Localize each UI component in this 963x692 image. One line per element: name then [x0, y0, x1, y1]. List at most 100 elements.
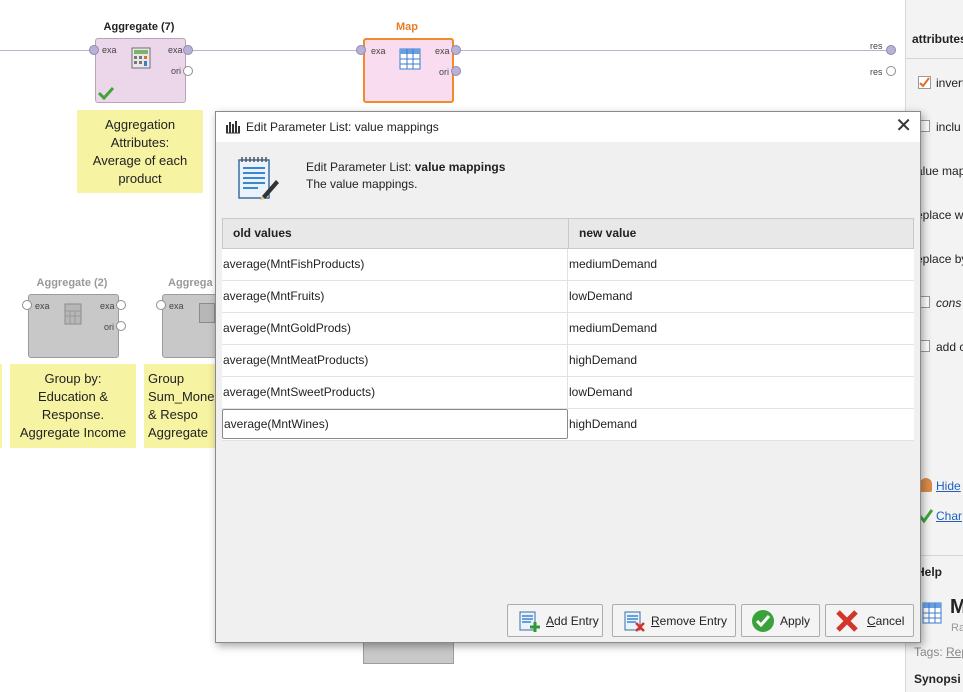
map-help-icon [922, 602, 942, 624]
label-rest: emove Entry [659, 614, 728, 628]
cell-old-value[interactable]: average(MntMeatProducts) [222, 345, 568, 376]
cell-new-value[interactable]: mediumDemand [568, 249, 914, 280]
output-port[interactable] [116, 321, 126, 331]
cancel-button[interactable]: Cancel [825, 604, 914, 637]
output-port[interactable] [451, 66, 461, 76]
cell-old-value[interactable]: average(MntFruits) [222, 281, 568, 312]
apply-button[interactable]: Apply [741, 604, 820, 637]
table-row[interactable]: average(MntFruits) lowDemand [222, 281, 914, 313]
close-icon[interactable]: ✕ [895, 116, 912, 136]
input-port[interactable] [156, 300, 166, 310]
dialog-title: Edit Parameter List: value mappings [246, 120, 439, 134]
operator-title-map: Map [396, 21, 418, 33]
operator-title-aggregate-2: Aggregate (2) [36, 277, 108, 289]
port-label: exa [102, 45, 117, 55]
column-header-old-values[interactable]: old values [223, 219, 569, 248]
apply-label: Apply [780, 614, 811, 628]
notepad-icon [238, 157, 279, 200]
table-row[interactable]: average(MntFishProducts) mediumDemand [222, 249, 914, 281]
port-label: exa [371, 46, 386, 56]
cancel-label: Cancel [867, 614, 904, 628]
param-label-invert: invert [936, 76, 963, 90]
port-label: exa [435, 46, 450, 56]
port-label: exa [100, 301, 115, 311]
output-port[interactable] [451, 45, 461, 55]
label-rest: ancel [875, 614, 905, 628]
mnemonic: C [867, 614, 876, 628]
edit-parameter-list-dialog: Edit Parameter List: value mappings ✕ Ed… [215, 111, 921, 643]
operator-aggregate-3[interactable]: exa [162, 294, 222, 358]
cell-old-value[interactable]: average(MntFishProducts) [222, 249, 568, 280]
calculator-icon [64, 303, 82, 325]
param-label-consider: cons [936, 296, 962, 310]
cell-new-value[interactable]: lowDemand [568, 281, 914, 312]
operator-title-aggregate-7: Aggregate (7) [103, 21, 175, 33]
operator-hidden[interactable] [363, 640, 454, 664]
remove-entry-icon [624, 611, 645, 632]
note-edge [0, 364, 2, 448]
input-port[interactable] [22, 300, 32, 310]
port-label: ori [171, 66, 182, 76]
output-port[interactable] [183, 66, 193, 76]
value-mappings-table[interactable]: old values new value average(MntFishProd… [222, 218, 914, 598]
apply-check-icon [752, 610, 774, 632]
input-port[interactable] [89, 45, 99, 55]
cell-new-value[interactable]: mediumDemand [568, 313, 914, 344]
cell-new-value[interactable]: lowDemand [568, 377, 914, 408]
help-synopsis-header: Synopsi [914, 672, 961, 686]
operator-map[interactable]: exa exa ori [363, 38, 454, 103]
cell-old-value[interactable]: average(MntSweetProducts) [222, 377, 568, 408]
panel-divider [906, 58, 963, 59]
invert-checkbox[interactable] [918, 76, 931, 89]
remove-entry-button[interactable]: Remove Entry [612, 604, 736, 637]
dialog-titlebar[interactable]: Edit Parameter List: value mappings ✕ [216, 112, 920, 142]
hide-advanced-link[interactable]: Hide [936, 479, 961, 493]
param-label-value-mappings: alue map [916, 164, 963, 178]
port-label: exa [35, 301, 50, 311]
calculator-icon [199, 303, 215, 323]
cell-new-value[interactable]: highDemand [568, 409, 914, 440]
dialog-description: The value mappings. [306, 177, 418, 191]
table-row[interactable]: average(MntGoldProds) mediumDemand [222, 313, 914, 345]
param-label-replace-by: eplace by [916, 252, 963, 266]
note-group-by-education[interactable]: Group by: Education & Response. Aggregat… [10, 364, 136, 448]
add-entry-button[interactable]: Add Entry [507, 604, 603, 637]
param-label-add: add c [936, 340, 963, 354]
checkmark-icon [919, 77, 930, 88]
add-entry-icon [519, 611, 540, 632]
change-compatibility-link[interactable]: Char [936, 509, 962, 523]
note-aggregation-attributes[interactable]: Aggregation Attributes: Average of each … [77, 110, 203, 193]
panel-header: attributes [912, 32, 963, 46]
port-label: ori [104, 322, 115, 332]
port-label: exa [169, 301, 184, 311]
result-port[interactable] [886, 66, 896, 76]
result-port-label: res [870, 41, 883, 51]
table-row[interactable]: average(MntMeatProducts) highDemand [222, 345, 914, 377]
connection-wire [192, 50, 360, 51]
add-entry-label: Add Entry [546, 614, 599, 628]
input-port[interactable] [356, 45, 366, 55]
cell-old-value[interactable]: average(MntGoldProds) [222, 313, 568, 344]
output-port[interactable] [183, 45, 193, 55]
result-port[interactable] [886, 45, 896, 55]
param-label-replace-what: eplace w [916, 208, 963, 222]
operator-aggregate-7[interactable]: exa exa ori [95, 38, 186, 103]
table-row[interactable]: average(MntSweetProducts) lowDemand [222, 377, 914, 409]
help-operator-name: M [950, 596, 963, 619]
dialog-header-title: Edit Parameter List: value mappings [306, 160, 505, 174]
output-port[interactable] [116, 300, 126, 310]
help-tag-link[interactable]: Rep [946, 645, 963, 659]
cell-new-value[interactable]: highDemand [568, 345, 914, 376]
cancel-x-icon [836, 610, 858, 632]
label-rest: dd Entry [554, 614, 599, 628]
operator-aggregate-2[interactable]: exa exa ori [28, 294, 119, 358]
connection-wire [0, 50, 95, 51]
connection-wire [461, 50, 891, 51]
cell-old-value-editor[interactable]: average(MntWines) [222, 409, 568, 439]
note-text: Group Sum_Mone & Respo Aggregate [148, 371, 215, 440]
table-row[interactable]: average(MntWines) highDemand [222, 409, 914, 441]
calculator-icon [131, 47, 151, 69]
app-logo-icon [226, 121, 240, 134]
column-header-new-value[interactable]: new value [569, 219, 913, 248]
note-group-sum-money[interactable]: Group Sum_Mone & Respo Aggregate [144, 364, 216, 448]
